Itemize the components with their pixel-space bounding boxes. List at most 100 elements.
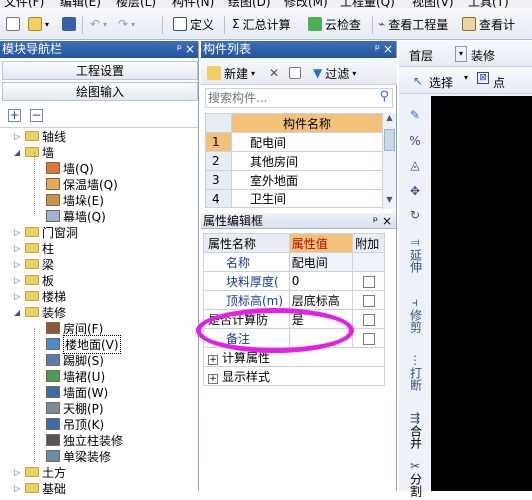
menu-tools[interactable]: 工具(T) — [468, 0, 509, 8]
expand-icon[interactable]: + — [208, 373, 218, 384]
menu-file[interactable]: 文件(F) — [4, 0, 44, 8]
draw-input-button[interactable]: 绘图输入 — [2, 82, 198, 101]
trim-icon[interactable]: % — [403, 134, 427, 148]
menu-component[interactable]: 构件(N) — [172, 0, 214, 8]
menu-modify[interactable]: 修改(M) — [284, 0, 328, 8]
component-name[interactable]: 其他房间 — [231, 151, 383, 171]
attach-checkbox[interactable] — [362, 332, 375, 345]
table-row[interactable]: 2 其他房间 — [205, 151, 383, 171]
prop-value[interactable]: 层底标高 — [288, 290, 354, 310]
expand-arrow-icon[interactable]: ▷ — [14, 244, 22, 253]
view-calc-button[interactable]: 查看计 — [462, 14, 515, 34]
tree-leaf-item[interactable]: 单梁装修 — [46, 448, 111, 464]
save-button[interactable] — [62, 14, 76, 34]
define-button[interactable]: 定义 — [173, 14, 214, 34]
component-name[interactable]: 卫生间 — [231, 189, 383, 208]
expand-arrow-icon[interactable]: ▷ — [14, 132, 22, 141]
vertical-scrollbar[interactable]: ▲ ▼ — [382, 113, 396, 209]
scroll-down-icon[interactable]: ▼ — [383, 195, 396, 209]
expand-all-icon[interactable]: + — [8, 109, 21, 122]
expand-arrow-icon[interactable]: ▷ — [14, 484, 22, 493]
table-row[interactable]: 1 配电间 — [205, 132, 383, 152]
scroll-thumb[interactable] — [384, 129, 395, 151]
menu-view[interactable]: 视图(V) — [412, 0, 454, 8]
attach-checkbox[interactable] — [362, 275, 375, 288]
expand-icon[interactable]: + — [208, 354, 218, 365]
collapse-arrow-icon[interactable]: ◢ — [14, 308, 22, 317]
tree-leaf-item[interactable]: 墙垛(E) — [46, 192, 104, 208]
undo-button[interactable]: ↶ ▾ — [90, 14, 107, 34]
summary-button[interactable]: Σ 汇总计算 — [232, 14, 291, 34]
tree-leaf-item[interactable]: 保温墙(Q) — [46, 176, 118, 192]
table-row[interactable]: 名称 配电间 — [203, 252, 385, 272]
chevron-down-icon[interactable]: ▾ — [464, 73, 468, 82]
select-button[interactable]: 选择 — [429, 74, 453, 91]
break-button[interactable]: ⋮ 打断 — [403, 354, 427, 394]
tree-leaf-item[interactable]: 楼地面(V) — [46, 334, 121, 354]
expand-arrow-icon[interactable]: ▷ — [14, 468, 22, 477]
prop-value[interactable]: 配电间 — [288, 252, 354, 272]
tree-folder-item[interactable]: ▷ 基础 — [14, 480, 66, 496]
tree-folder-item[interactable]: ◢ 装修 — [14, 304, 66, 320]
mirror-icon[interactable]: ◬ — [403, 158, 427, 172]
menu-draw[interactable]: 绘图(D) — [228, 0, 271, 8]
category-select[interactable]: 装修 — [471, 47, 495, 64]
copy-component-button[interactable] — [289, 63, 301, 83]
filter-button[interactable]: ▼ 过滤 ▾ — [313, 63, 356, 83]
split-button[interactable]: ✂ 分割 — [403, 460, 427, 500]
pin-icon[interactable]: ᵖ — [177, 41, 182, 58]
tree-folder-item[interactable]: ▷ 门窗洞 — [14, 224, 78, 240]
project-settings-button[interactable]: 工程设置 — [2, 61, 198, 80]
tree-leaf-item[interactable]: 吊顶(K) — [46, 416, 104, 432]
table-row[interactable]: 4 卫生间 — [205, 189, 383, 208]
table-row[interactable]: 块料厚度( 0 — [203, 271, 385, 291]
prop-group-row[interactable]: + 显示样式 — [203, 366, 385, 386]
tree-folder-item[interactable]: ▷ 梁 — [14, 256, 54, 272]
tree-folder-item[interactable]: ▷ 土方 — [14, 464, 66, 480]
point-button[interactable]: 点 — [493, 74, 505, 91]
new-file-button[interactable] — [6, 14, 20, 34]
expand-arrow-icon[interactable]: ▷ — [14, 228, 22, 237]
menu-quantity[interactable]: 工程量(Q) — [340, 0, 395, 8]
close-icon[interactable]: × — [383, 41, 393, 58]
rotate-icon[interactable]: ↻ — [403, 208, 427, 222]
scroll-up-icon[interactable]: ▲ — [383, 113, 396, 127]
attach-checkbox[interactable] — [362, 294, 375, 307]
component-search-input[interactable] — [206, 89, 366, 107]
drawing-canvas[interactable] — [431, 96, 532, 491]
component-search-field[interactable]: ⚲ — [205, 88, 393, 108]
merge-button[interactable]: ⇶ 合并 — [403, 412, 427, 452]
expand-arrow-icon[interactable]: ▷ — [14, 276, 22, 285]
cloud-check-button[interactable]: 云检查 — [308, 14, 361, 34]
trim-button[interactable]: ⫞ 修剪 — [403, 296, 427, 336]
attach-checkbox[interactable] — [362, 313, 375, 326]
tree-folder-item[interactable]: ▷ 轴线 — [14, 128, 66, 144]
menu-edit[interactable]: 编辑(E) — [60, 0, 101, 8]
tree-leaf-item[interactable]: 墙(Q) — [46, 160, 94, 176]
pin-icon[interactable]: ᵖ — [373, 213, 378, 229]
tree-leaf-item[interactable]: 天棚(P) — [46, 400, 104, 416]
tree-leaf-item[interactable]: 独立柱装修 — [46, 432, 123, 448]
component-name[interactable]: 室外地面 — [231, 170, 383, 190]
chevron-down-icon[interactable]: ▾ — [455, 46, 467, 62]
search-icon[interactable]: ⚲ — [379, 89, 389, 104]
move-icon[interactable]: ✥ — [403, 184, 427, 198]
view-quantity-button[interactable]: ⌁ 查看工程量 — [378, 14, 448, 34]
redo-button[interactable]: ↷ ▾ — [118, 14, 135, 34]
expand-arrow-icon[interactable]: ▷ — [14, 292, 22, 301]
tree-leaf-item[interactable]: 踢脚(S) — [46, 352, 104, 368]
collapse-all-icon[interactable]: − — [30, 109, 43, 122]
tree-folder-item[interactable]: ▷ 柱 — [14, 240, 54, 256]
prop-value[interactable]: 0 — [288, 271, 354, 291]
close-icon[interactable]: × — [185, 41, 195, 58]
delete-component-button[interactable]: ✕ — [269, 63, 279, 83]
tree-leaf-item[interactable]: 墙面(W) — [46, 384, 108, 400]
new-component-button[interactable]: 新建 ▾ — [207, 63, 255, 83]
tree-leaf-item[interactable]: 幕墙(Q) — [46, 208, 106, 224]
menu-floor[interactable]: 楼层(L) — [116, 0, 156, 8]
table-row[interactable]: 3 室外地面 — [205, 170, 383, 190]
component-name[interactable]: 配电间 — [231, 132, 383, 152]
pin-icon[interactable]: ᵖ — [375, 41, 380, 58]
collapse-arrow-icon[interactable]: ◢ — [14, 148, 22, 157]
table-row[interactable]: + 显示样式 — [203, 366, 385, 386]
